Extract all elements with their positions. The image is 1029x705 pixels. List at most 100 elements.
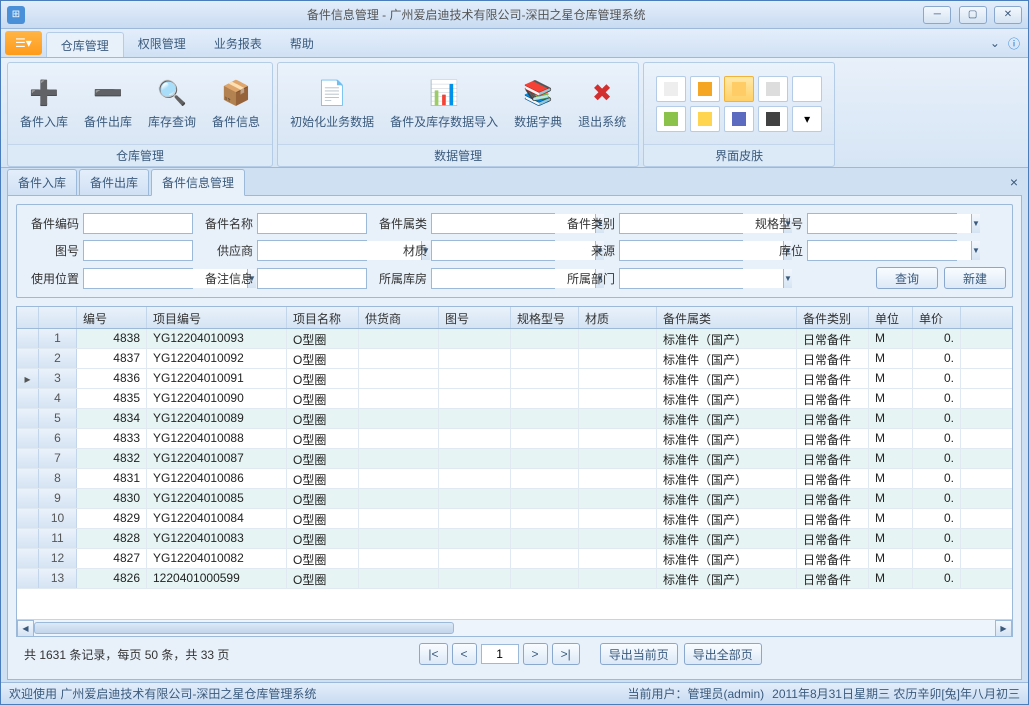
- close-button[interactable]: ✕: [994, 6, 1022, 24]
- table-row[interactable]: 124827YG12204010082O型圈标准件（国产）日常备件M0.: [17, 549, 1012, 569]
- menu-permission[interactable]: 权限管理: [124, 29, 200, 57]
- skin-option[interactable]: [758, 106, 788, 132]
- input-draw[interactable]: [83, 240, 193, 261]
- table-row[interactable]: 64833YG12204010088O型圈标准件（国产）日常备件M0.: [17, 429, 1012, 449]
- minimize-button[interactable]: ─: [923, 6, 951, 24]
- ribbon-button[interactable]: ➕备件入库: [14, 73, 74, 134]
- tab-partinfo[interactable]: 备件信息管理: [151, 169, 245, 196]
- skin-option[interactable]: [656, 106, 686, 132]
- chevron-down-icon[interactable]: ▼: [971, 214, 980, 233]
- tab-stockin[interactable]: 备件入库: [7, 169, 77, 195]
- ribbon-button[interactable]: 🔍库存查询: [142, 73, 202, 134]
- combo-cat[interactable]: ▼: [619, 213, 743, 234]
- table-row[interactable]: 14838YG12204010093O型圈标准件（国产）日常备件M0.: [17, 329, 1012, 349]
- help-icon[interactable]: ⓘ: [1008, 35, 1020, 52]
- col-unit[interactable]: 单位: [869, 307, 913, 328]
- col-attr[interactable]: 备件属类: [657, 307, 797, 328]
- chevron-down-icon[interactable]: ▼: [783, 269, 792, 288]
- combo-usepos[interactable]: ▼: [83, 268, 193, 289]
- col-cat[interactable]: 备件类别: [797, 307, 869, 328]
- combo-source[interactable]: ▼: [619, 240, 743, 261]
- table-row[interactable]: 104829YG12204010084O型圈标准件（国产）日常备件M0.: [17, 509, 1012, 529]
- export-all-button[interactable]: 导出全部页: [684, 643, 762, 665]
- skin-option[interactable]: [690, 76, 720, 102]
- table-row[interactable]: 54834YG12204010089O型圈标准件（国产）日常备件M0.: [17, 409, 1012, 429]
- ribbon-button[interactable]: 📦备件信息: [206, 73, 266, 134]
- new-button[interactable]: 新建: [944, 267, 1006, 289]
- skin-option[interactable]: [724, 76, 754, 102]
- menu-reports[interactable]: 业务报表: [200, 29, 276, 57]
- col-draw[interactable]: 图号: [439, 307, 511, 328]
- combo-spec[interactable]: ▼: [807, 213, 957, 234]
- table-row[interactable]: 24837YG12204010092O型圈标准件（国产）日常备件M0.: [17, 349, 1012, 369]
- ribbon-button[interactable]: 📚数据字典: [508, 73, 568, 134]
- combo-warehouse[interactable]: ▼: [431, 268, 555, 289]
- cell-cat: 日常备件: [797, 529, 869, 548]
- page-last-button[interactable]: >|: [552, 643, 580, 665]
- export-current-button[interactable]: 导出当前页: [600, 643, 678, 665]
- ribbon-button[interactable]: 📄初始化业务数据: [284, 73, 380, 134]
- skin-more-icon[interactable]: ▾: [792, 106, 822, 132]
- tab-stockout[interactable]: 备件出库: [79, 169, 149, 195]
- skin-option[interactable]: [758, 76, 788, 102]
- cell-supplier: [359, 489, 439, 508]
- cell-material: [579, 549, 657, 568]
- table-row[interactable]: ▸34836YG12204010091O型圈标准件（国产）日常备件M0.: [17, 369, 1012, 389]
- maximize-button[interactable]: ▢: [959, 6, 987, 24]
- skin-option[interactable]: [724, 106, 754, 132]
- cell-pname: O型圈: [287, 389, 359, 408]
- combo-loc[interactable]: ▼: [807, 240, 957, 261]
- skin-option[interactable]: [792, 76, 822, 102]
- table-row[interactable]: 94830YG12204010085O型圈标准件（国产）日常备件M0.: [17, 489, 1012, 509]
- row-indicator: [17, 529, 39, 548]
- menu-warehouse[interactable]: 仓库管理: [46, 32, 124, 57]
- ribbon-button[interactable]: 📊备件及库存数据导入: [384, 73, 504, 134]
- menu-help[interactable]: 帮助: [276, 29, 328, 57]
- table-row[interactable]: 74832YG12204010087O型圈标准件（国产）日常备件M0.: [17, 449, 1012, 469]
- combo-attr[interactable]: ▼: [431, 213, 555, 234]
- row-indicator: [17, 349, 39, 368]
- combo-dept[interactable]: ▼: [619, 268, 743, 289]
- row-indicator: [17, 549, 39, 568]
- skin-option[interactable]: [656, 76, 686, 102]
- tab-close-icon[interactable]: ×: [1010, 174, 1018, 190]
- scroll-left-icon[interactable]: ◀: [17, 620, 34, 637]
- page-prev-button[interactable]: <: [452, 643, 477, 665]
- col-price[interactable]: 单价: [913, 307, 961, 328]
- cell-pname: O型圈: [287, 489, 359, 508]
- page-next-button[interactable]: >: [523, 643, 548, 665]
- row-index: 1: [39, 329, 77, 348]
- table-row[interactable]: 84831YG12204010086O型圈标准件（国产）日常备件M0.: [17, 469, 1012, 489]
- ribbon-button[interactable]: ➖备件出库: [78, 73, 138, 134]
- table-row[interactable]: 1348261220401000599O型圈标准件（国产）日常备件M0.: [17, 569, 1012, 589]
- scrollbar-thumb[interactable]: [34, 622, 454, 634]
- input-remark[interactable]: [257, 268, 367, 289]
- horizontal-scrollbar[interactable]: ◀ ▶: [17, 619, 1012, 636]
- table-row[interactable]: 44835YG12204010090O型圈标准件（国产）日常备件M0.: [17, 389, 1012, 409]
- input-code[interactable]: [83, 213, 193, 234]
- scroll-right-icon[interactable]: ▶: [995, 620, 1012, 637]
- page-number-input[interactable]: [481, 644, 519, 664]
- col-supplier[interactable]: 供货商: [359, 307, 439, 328]
- chevron-down-icon[interactable]: ▼: [971, 241, 980, 260]
- main-menu-button[interactable]: ☰▾: [5, 31, 42, 55]
- collapse-ribbon-icon[interactable]: ⌄: [990, 36, 1000, 50]
- cell-supplier: [359, 569, 439, 588]
- col-pno[interactable]: 项目编号: [147, 307, 287, 328]
- ribbon-label: 备件出库: [84, 113, 132, 130]
- combo-material[interactable]: ▼: [431, 240, 555, 261]
- grid-body[interactable]: 14838YG12204010093O型圈标准件（国产）日常备件M0.24837…: [17, 329, 1012, 619]
- col-material[interactable]: 材质: [579, 307, 657, 328]
- cell-draw: [439, 449, 511, 468]
- table-row[interactable]: 114828YG12204010083O型圈标准件（国产）日常备件M0.: [17, 529, 1012, 549]
- col-spec[interactable]: 规格型号: [511, 307, 579, 328]
- cell-price: 0.: [913, 529, 961, 548]
- combo-supplier[interactable]: ▼: [257, 240, 367, 261]
- query-button[interactable]: 查询: [876, 267, 938, 289]
- skin-option[interactable]: [690, 106, 720, 132]
- col-pname[interactable]: 项目名称: [287, 307, 359, 328]
- page-first-button[interactable]: |<: [419, 643, 447, 665]
- ribbon-button[interactable]: ✖退出系统: [572, 73, 632, 134]
- col-no[interactable]: 编号: [77, 307, 147, 328]
- input-name[interactable]: [257, 213, 367, 234]
